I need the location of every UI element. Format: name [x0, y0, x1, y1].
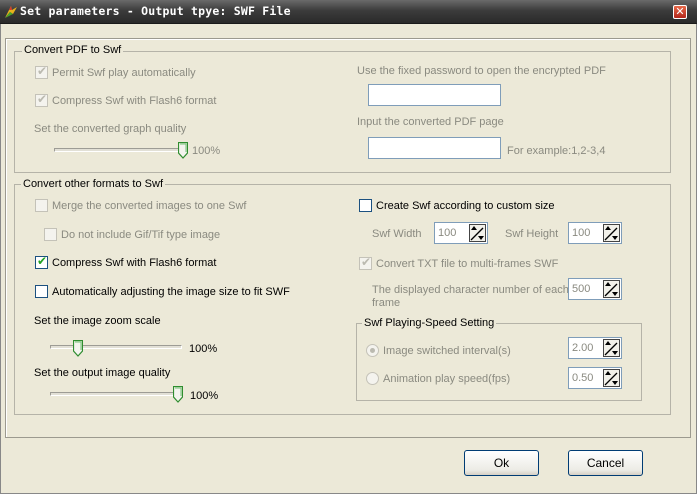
swf-width-label: Swf Width: [372, 228, 422, 240]
password-label: Use the fixed password to open the encry…: [357, 65, 606, 77]
output-quality-slider-track[interactable]: [50, 392, 182, 396]
permit-autoplay-checkbox[interactable]: ✔: [35, 64, 48, 79]
zoom-scale-label: Set the image zoom scale: [34, 315, 161, 327]
close-icon: ✕: [675, 5, 685, 18]
zoom-scale-slider-track[interactable]: [50, 345, 182, 349]
interval-radio[interactable]: [366, 344, 379, 357]
interval-label: Image switched interval(s): [383, 345, 511, 357]
speed-group-legend: Swf Playing-Speed Setting: [362, 317, 497, 329]
ok-button[interactable]: Ok: [464, 450, 539, 476]
custom-size-checkbox[interactable]: [359, 199, 372, 212]
graph-quality-label: Set the converted graph quality: [34, 123, 187, 135]
output-quality-value: 100%: [190, 390, 219, 402]
permit-autoplay-label: Permit Swf play automatically: [52, 67, 196, 79]
auto-adjust-label: Automatically adjusting the image size t…: [52, 286, 290, 298]
pdf-group-legend: Convert PDF to Swf: [22, 44, 124, 56]
interval-spinner[interactable]: 2.00: [568, 337, 622, 359]
title-bar[interactable]: Set parameters - Output tpye: SWF File ✕: [0, 0, 697, 24]
convert-txt-checkbox[interactable]: ✔: [359, 255, 372, 270]
compress-flash6-checkbox[interactable]: ✔: [35, 254, 48, 269]
output-quality-slider-thumb[interactable]: [173, 386, 183, 403]
speed-group: [356, 323, 642, 401]
zoom-scale-slider-thumb[interactable]: [73, 340, 83, 357]
pdf-page-example: For example:1,2-3,4: [507, 145, 606, 157]
app-logo-icon: [5, 6, 17, 18]
cancel-button[interactable]: Cancel: [568, 450, 643, 476]
swf-width-stepper-icon[interactable]: [469, 224, 486, 242]
swf-height-stepper-icon[interactable]: [603, 224, 620, 242]
graph-quality-slider-track[interactable]: [54, 148, 184, 152]
compress-flash6-label: Compress Swf with Flash6 format: [52, 257, 217, 269]
swf-height-label: Swf Height: [505, 228, 559, 240]
other-formats-legend: Convert other formats to Swf: [21, 178, 165, 190]
exclude-gif-label: Do not include Gif/Tif type image: [61, 229, 221, 241]
convert-txt-label: Convert TXT file to multi-frames SWF: [376, 258, 559, 270]
merge-images-checkbox[interactable]: [35, 199, 48, 212]
char-count-label: The displayed character number of each: [372, 284, 569, 296]
pdf-compress-flash6-checkbox[interactable]: ✔: [35, 92, 48, 107]
pdf-compress-flash6-label: Compress Swf with Flash6 format: [52, 95, 217, 107]
pdf-page-label: Input the converted PDF page: [357, 116, 504, 128]
graph-quality-slider-thumb[interactable]: [178, 142, 188, 159]
interval-stepper-icon[interactable]: [603, 339, 620, 357]
custom-size-label: Create Swf according to custom size: [376, 200, 555, 212]
speed-radio[interactable]: [366, 372, 379, 385]
exclude-gif-checkbox[interactable]: [44, 228, 57, 241]
zoom-scale-value: 100%: [189, 343, 218, 355]
char-count-spinner[interactable]: 500: [568, 278, 622, 300]
output-quality-label: Set the output image quality: [34, 367, 171, 379]
pdf-page-input[interactable]: [368, 137, 501, 159]
char-count-label-frame: frame: [372, 297, 401, 309]
speed-spinner[interactable]: 0.50: [568, 367, 622, 389]
swf-height-spinner[interactable]: 100: [568, 222, 622, 244]
graph-quality-value: 100%: [192, 145, 221, 157]
swf-width-spinner[interactable]: 100: [434, 222, 488, 244]
password-input[interactable]: [368, 84, 501, 106]
merge-images-label: Merge the converted images to one Swf: [52, 200, 247, 212]
char-count-stepper-icon[interactable]: [603, 280, 620, 298]
speed-label: Animation play speed(fps): [383, 373, 511, 385]
speed-stepper-icon[interactable]: [603, 369, 620, 387]
auto-adjust-checkbox[interactable]: [35, 285, 48, 298]
close-button[interactable]: ✕: [673, 5, 687, 19]
window-title: Set parameters - Output tpye: SWF File: [20, 4, 291, 18]
